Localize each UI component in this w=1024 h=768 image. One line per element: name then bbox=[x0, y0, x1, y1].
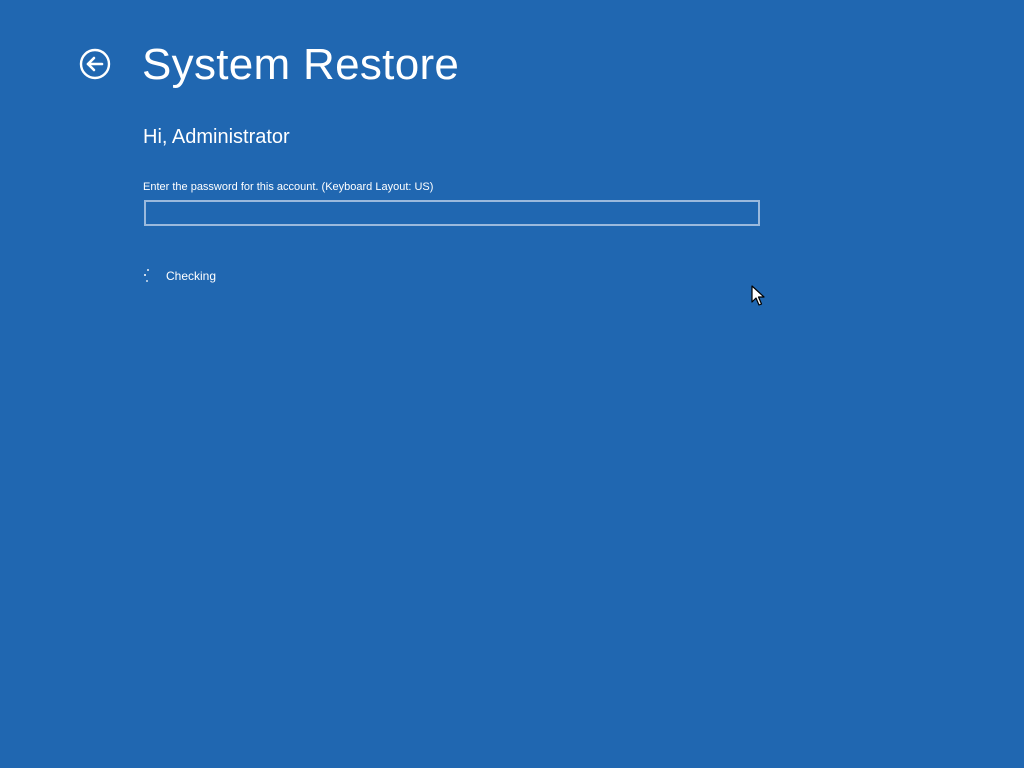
status-text: Checking bbox=[166, 269, 217, 283]
back-arrow-circle-icon bbox=[79, 48, 111, 80]
mouse-pointer-icon bbox=[751, 285, 765, 307]
status-row: Checking bbox=[143, 268, 216, 284]
password-input[interactable] bbox=[144, 200, 760, 226]
system-restore-screen: System Restore Hi, Administrator Enter t… bbox=[0, 0, 1024, 768]
loading-spinner-icon bbox=[143, 269, 153, 283]
page-title: System Restore bbox=[142, 40, 460, 89]
account-greeting: Hi, Administrator bbox=[143, 126, 290, 148]
back-button[interactable] bbox=[79, 48, 111, 80]
password-label: Enter the password for this account. (Ke… bbox=[143, 181, 434, 193]
